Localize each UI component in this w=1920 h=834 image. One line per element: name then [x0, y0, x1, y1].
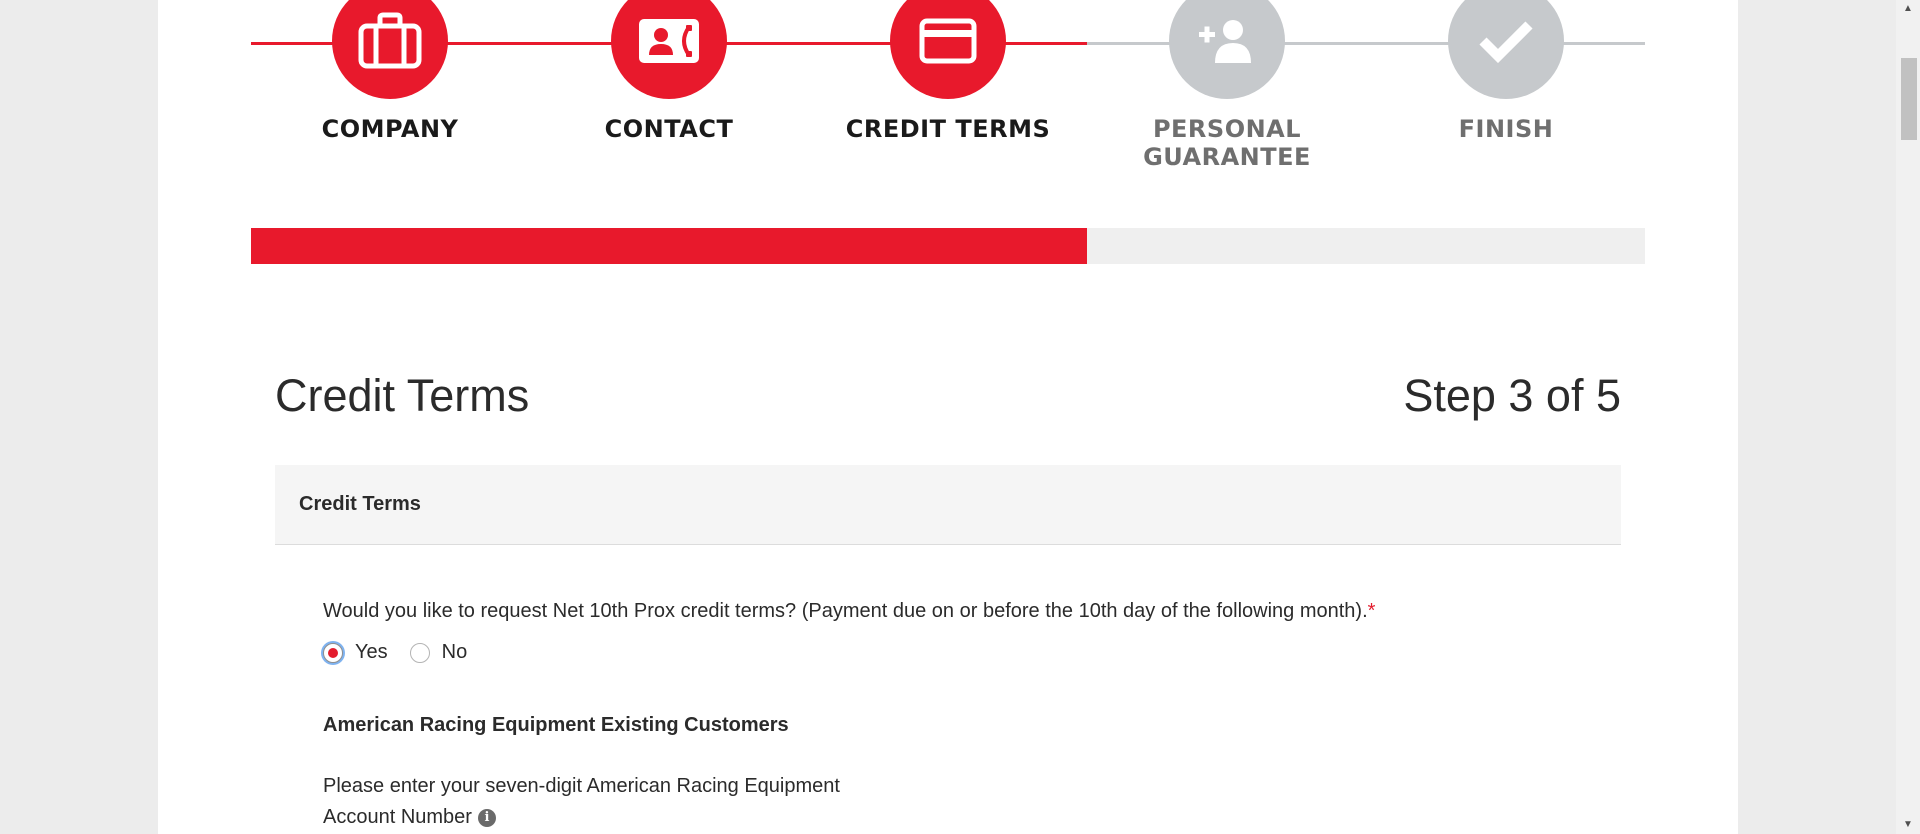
section-panel-header: Credit Terms	[275, 465, 1621, 545]
scroll-down-arrow[interactable]: ▼	[1896, 816, 1920, 834]
account-number-label-row: Account Number i	[323, 802, 1613, 833]
step-credit-terms-label: CREDIT TERMS	[845, 115, 1051, 143]
step-personal-guarantee-circle	[1169, 0, 1285, 99]
progress-bar-fill	[251, 228, 1088, 264]
step-contact[interactable]: CONTACT	[519, 0, 819, 143]
credit-card-icon	[919, 18, 977, 64]
radio-no-label: No	[441, 641, 468, 663]
section-title: Credit Terms	[299, 493, 421, 515]
vertical-scrollbar[interactable]: ▲ ▼	[1896, 0, 1920, 834]
heading-row: Credit Terms Step 3 of 5	[275, 370, 1621, 422]
briefcase-icon	[358, 12, 422, 69]
question-text: Would you like to request Net 10th Prox …	[323, 600, 1368, 622]
step-counter: Step 3 of 5	[1403, 370, 1621, 421]
radio-option-yes[interactable]: Yes	[323, 641, 388, 664]
page-container: COMPANY CONTACT CREDIT TERMS PERSONAL GU…	[158, 0, 1738, 834]
step-company[interactable]: COMPANY	[240, 0, 540, 143]
required-asterisk: *	[1367, 600, 1376, 622]
account-number-label: Account Number	[323, 806, 472, 828]
scroll-up-arrow[interactable]: ▲	[1896, 0, 1920, 18]
radio-selected-dot	[328, 647, 338, 658]
existing-customers-heading: American Racing Equipment Existing Custo…	[323, 714, 789, 736]
scroll-thumb[interactable]	[1901, 58, 1917, 140]
step-company-label: COMPANY	[321, 115, 459, 143]
info-icon[interactable]: i	[477, 808, 496, 827]
step-personal-guarantee[interactable]: PERSONAL GUARANTEE	[1077, 0, 1377, 171]
instructions-line-1: Please enter your seven-digit American R…	[323, 775, 840, 797]
radio-yes[interactable]	[323, 642, 343, 663]
check-icon	[1479, 21, 1533, 63]
radio-no[interactable]	[409, 642, 430, 663]
radio-option-no[interactable]: No	[409, 641, 468, 664]
radio-yes-label: Yes	[355, 641, 388, 663]
credit-terms-radio-group: Yes No	[323, 641, 1613, 664]
credit-terms-question: Would you like to request Net 10th Prox …	[323, 600, 1613, 623]
form-body: Would you like to request Net 10th Prox …	[323, 600, 1613, 833]
step-credit-terms[interactable]: CREDIT TERMS	[798, 0, 1098, 143]
progress-bar	[251, 228, 1645, 264]
page-title: Credit Terms	[275, 370, 530, 421]
contact-card-icon	[639, 19, 699, 63]
step-finish-label: FINISH	[1458, 115, 1554, 143]
step-contact-circle	[611, 0, 727, 99]
progress-stepper: COMPANY CONTACT CREDIT TERMS PERSONAL GU…	[251, 0, 1645, 171]
add-person-icon	[1199, 20, 1251, 63]
account-number-instructions: Please enter your seven-digit American R…	[323, 771, 1613, 833]
step-finish[interactable]: FINISH	[1356, 0, 1656, 143]
step-company-circle	[332, 0, 448, 99]
step-finish-circle	[1448, 0, 1564, 99]
step-personal-guarantee-label: PERSONAL GUARANTEE	[1143, 115, 1311, 171]
step-credit-terms-circle	[890, 0, 1006, 99]
step-contact-label: CONTACT	[604, 115, 734, 143]
